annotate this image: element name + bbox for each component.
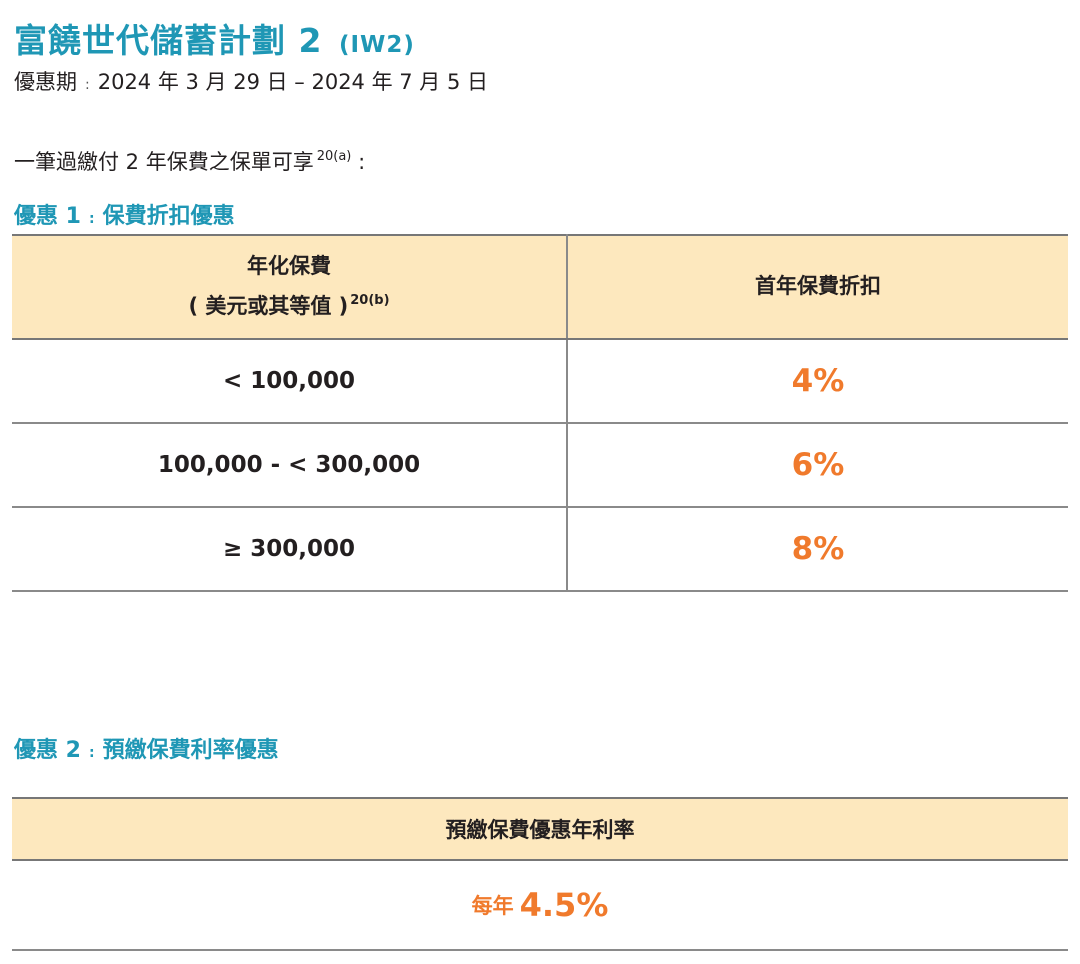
discount-table-header: 年化保費 ( 美元或其等值 ) 20(b) 首年保費折扣 <box>12 234 1068 340</box>
prepayment-rate-value: 每年 4.5% <box>12 861 1068 951</box>
table-row: ≥ 300,000 8% <box>12 507 1068 592</box>
premium-range: 100,000 - < 300,000 <box>12 423 568 508</box>
premium-range: < 100,000 <box>12 339 568 424</box>
offer1-heading: 優惠 1: 保費折扣優惠 <box>14 198 235 230</box>
discount-table: 年化保費 ( 美元或其等值 ) 20(b) 首年保費折扣 < 100,000 4%… <box>12 234 1068 592</box>
offer1-separator: : <box>88 211 95 227</box>
offer-period: 優惠期:2024 年 3 月 29 日 – 2024 年 7 月 5 日 <box>14 66 488 96</box>
offer2-separator: : <box>88 745 95 761</box>
annual-premium-header: 年化保費 ( 美元或其等值 ) 20(b) <box>12 234 568 340</box>
discount-value: 6% <box>567 423 1068 508</box>
premium-range: ≥ 300,000 <box>12 507 568 592</box>
annual-premium-header-line1: 年化保費 <box>247 254 331 279</box>
currency-note: ( 美元或其等值 ) <box>188 294 349 318</box>
discount-value: 8% <box>567 507 1068 592</box>
discount-value: 4% <box>567 339 1068 424</box>
table-row: < 100,000 4% <box>12 339 1068 424</box>
intro-text: 一筆過繳付 2 年保費之保單可享 20(a) : <box>14 146 365 176</box>
plan-code: (IW2) <box>338 32 415 58</box>
table-row: 100,000 - < 300,000 6% <box>12 423 1068 508</box>
period-separator: : <box>85 77 90 93</box>
offer2-name: 預繳保費利率優惠 <box>102 738 279 763</box>
first-year-discount-header: 首年保費折扣 <box>567 234 1068 340</box>
rate-number: 4.5% <box>519 886 609 924</box>
intro-suffix: : <box>358 150 366 174</box>
intro-footnote: 20(a) <box>316 149 352 164</box>
page-title: 富饒世代儲蓄計劃 2 (IW2) <box>14 14 415 62</box>
offer1-prefix: 優惠 1 <box>14 204 81 229</box>
offer2-prefix: 優惠 2 <box>14 738 81 763</box>
rate-prefix: 每年 <box>471 894 514 918</box>
plan-name: 富饒世代儲蓄計劃 2 <box>14 21 323 60</box>
offer1-name: 保費折扣優惠 <box>102 204 235 229</box>
premium-footnote: 20(b) <box>350 293 390 308</box>
period-value: 2024 年 3 月 29 日 – 2024 年 7 月 5 日 <box>97 70 489 94</box>
prepayment-rate-header: 預繳保費優惠年利率 <box>12 797 1068 861</box>
intro-body: 一筆過繳付 2 年保費之保單可享 <box>14 150 314 174</box>
offer2-heading: 優惠 2: 預繳保費利率優惠 <box>14 732 279 764</box>
annual-premium-header-line2: ( 美元或其等值 ) 20(b) <box>12 287 566 327</box>
period-label: 優惠期 <box>14 70 77 94</box>
